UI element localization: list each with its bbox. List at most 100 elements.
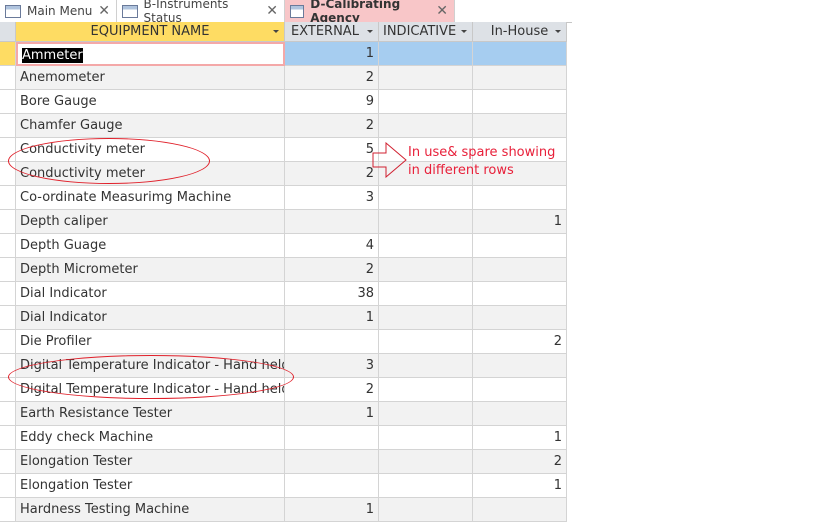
cell-external[interactable]: 2 [285,66,379,90]
column-header-in-house[interactable]: In-House [473,22,567,42]
cell-indicative[interactable] [379,114,473,138]
cell-in-house[interactable] [473,306,567,330]
record-selector[interactable] [0,66,16,90]
cell-equipment-name[interactable]: Die Profiler [16,330,285,354]
cell-indicative[interactable] [379,258,473,282]
tab-instruments-status[interactable]: B-Instruments Status ✕ [117,0,285,25]
table-row[interactable]: Bore Gauge 9 [0,90,567,114]
record-selector[interactable] [0,330,16,354]
cell-in-house[interactable] [473,114,567,138]
cell-in-house[interactable]: 1 [473,426,567,450]
dropdown-arrow-icon[interactable] [367,30,373,33]
cell-equipment-name[interactable]: Eddy check Machine [16,426,285,450]
cell-indicative[interactable] [379,402,473,426]
record-selector[interactable] [0,426,16,450]
cell-indicative[interactable] [379,66,473,90]
close-icon[interactable]: ✕ [266,3,278,19]
column-header-equipment-name[interactable]: EQUIPMENT NAME [16,22,285,42]
table-row[interactable]: Dial Indicator 38 [0,282,567,306]
table-row[interactable]: Chamfer Gauge 2 [0,114,567,138]
cell-external[interactable]: 2 [285,378,379,402]
cell-external[interactable]: 2 [285,162,379,186]
record-selector[interactable] [0,42,16,66]
cell-equipment-name[interactable]: Anemometer [16,66,285,90]
cell-equipment-name[interactable]: Depth Micrometer [16,258,285,282]
record-selector[interactable] [0,474,16,498]
table-row[interactable]: Co-ordinate Measurimg Machine 3 [0,186,567,210]
cell-in-house[interactable] [473,186,567,210]
cell-equipment-name[interactable]: Dial Indicator [16,282,285,306]
cell-indicative[interactable] [379,90,473,114]
tab-main-menu[interactable]: Main Menu ✕ [0,0,117,22]
table-row[interactable]: Depth Micrometer 2 [0,258,567,282]
cell-indicative[interactable] [379,42,473,66]
record-selector[interactable] [0,450,16,474]
table-row[interactable]: Ammeter 1 [0,42,567,66]
dropdown-arrow-icon[interactable] [555,30,561,33]
cell-indicative[interactable] [379,282,473,306]
cell-equipment-name[interactable]: Chamfer Gauge [16,114,285,138]
table-row[interactable]: Depth Guage 4 [0,234,567,258]
cell-in-house[interactable]: 2 [473,450,567,474]
column-header-external[interactable]: EXTERNAL [285,22,379,42]
record-selector[interactable] [0,306,16,330]
cell-equipment-name[interactable]: Elongation Tester [16,450,285,474]
cell-equipment-name[interactable]: Dial Indicator [16,306,285,330]
cell-in-house[interactable] [473,66,567,90]
cell-indicative[interactable] [379,378,473,402]
cell-in-house[interactable] [473,378,567,402]
record-selector[interactable] [0,402,16,426]
cell-indicative[interactable] [379,450,473,474]
table-row[interactable]: Elongation Tester 2 [0,450,567,474]
select-all-corner[interactable] [0,22,16,42]
cell-equipment-name[interactable]: Earth Resistance Tester [16,402,285,426]
cell-external[interactable] [285,210,379,234]
cell-external[interactable]: 5 [285,138,379,162]
cell-external[interactable]: 3 [285,354,379,378]
cell-in-house[interactable] [473,402,567,426]
record-selector[interactable] [0,114,16,138]
cell-in-house[interactable] [473,282,567,306]
cell-equipment-name[interactable]: Depth caliper [16,210,285,234]
cell-external[interactable]: 3 [285,186,379,210]
cell-indicative[interactable] [379,210,473,234]
cell-equipment-name[interactable]: Hardness Testing Machine [16,498,285,522]
cell-equipment-name[interactable]: Depth Guage [16,234,285,258]
table-row[interactable]: Anemometer 2 [0,66,567,90]
cell-external[interactable]: 2 [285,258,379,282]
dropdown-arrow-icon[interactable] [273,30,279,33]
record-selector[interactable] [0,498,16,522]
cell-indicative[interactable] [379,498,473,522]
cell-equipment-name[interactable]: Co-ordinate Measurimg Machine [16,186,285,210]
table-row[interactable]: Earth Resistance Tester 1 [0,402,567,426]
table-row[interactable]: Hardness Testing Machine 1 [0,498,567,522]
column-header-indicative[interactable]: INDICATIVE [379,22,473,42]
close-icon[interactable]: ✕ [436,3,448,19]
record-selector[interactable] [0,234,16,258]
record-selector[interactable] [0,258,16,282]
cell-external[interactable] [285,474,379,498]
cell-equipment-name[interactable]: Elongation Tester [16,474,285,498]
cell-in-house[interactable]: 1 [473,210,567,234]
cell-external[interactable] [285,330,379,354]
cell-external[interactable]: 1 [285,306,379,330]
cell-in-house[interactable]: 2 [473,330,567,354]
cell-external[interactable]: 1 [285,498,379,522]
tab-calibrating-agency[interactable]: D-Calibrating Agency ✕ [285,0,455,25]
cell-external[interactable]: 4 [285,234,379,258]
cell-indicative[interactable] [379,234,473,258]
record-selector[interactable] [0,282,16,306]
table-row[interactable]: Die Profiler 2 [0,330,567,354]
cell-external[interactable] [285,450,379,474]
cell-in-house[interactable] [473,90,567,114]
table-row[interactable]: Dial Indicator 1 [0,306,567,330]
cell-indicative[interactable] [379,330,473,354]
cell-equipment-name[interactable]: Bore Gauge [16,90,285,114]
record-selector[interactable] [0,90,16,114]
cell-in-house[interactable] [473,354,567,378]
table-row[interactable]: Depth caliper 1 [0,210,567,234]
cell-indicative[interactable] [379,426,473,450]
cell-in-house[interactable] [473,258,567,282]
cell-external[interactable]: 9 [285,90,379,114]
cell-external[interactable] [285,426,379,450]
